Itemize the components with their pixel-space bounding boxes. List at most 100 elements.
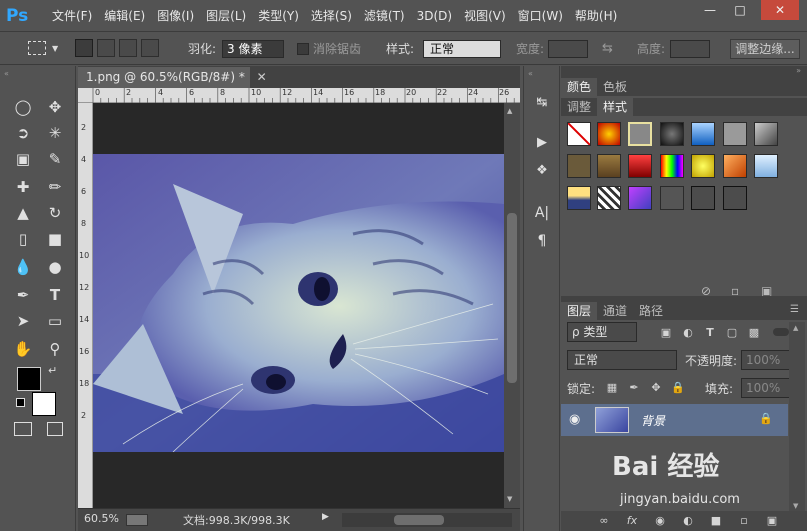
canvas-scrollbar-horizontal[interactable] [342, 513, 512, 527]
scrollbar-thumb[interactable] [394, 515, 444, 525]
brush-icon[interactable]: ✏ [42, 174, 68, 200]
style-swatch[interactable] [691, 122, 715, 146]
gradient-icon[interactable]: ■ [42, 226, 68, 252]
group-folder-icon[interactable]: ■ [709, 514, 723, 528]
lasso-icon[interactable]: ➲ [10, 120, 36, 146]
lock-transparent-icon[interactable]: ▦ [605, 381, 619, 395]
visibility-eye-icon[interactable]: ◉ [569, 412, 580, 427]
style-swatch[interactable] [567, 186, 591, 210]
fx-icon[interactable]: fx [625, 514, 639, 528]
lock-pixels-icon[interactable]: ✒ [627, 381, 641, 395]
style-swatch[interactable] [723, 154, 747, 178]
style-swatch[interactable] [597, 122, 621, 146]
layer-row-background[interactable]: ◉ 背景 🔒 [561, 404, 788, 436]
history-brush-icon[interactable]: ↻ [42, 200, 68, 226]
menu-type[interactable]: 类型(Y) [252, 0, 305, 32]
style-swatch[interactable] [723, 122, 747, 146]
background-color-swatch[interactable] [32, 392, 56, 416]
style-swatch[interactable] [567, 154, 591, 178]
status-icon[interactable] [126, 514, 148, 526]
lock-position-icon[interactable]: ✥ [649, 381, 663, 395]
menu-select[interactable]: 选择(S) [305, 0, 358, 32]
filter-toggle[interactable] [773, 328, 789, 336]
rectangle-icon[interactable]: ▭ [42, 308, 68, 334]
menu-window[interactable]: 窗口(W) [512, 0, 569, 32]
style-swatch[interactable] [723, 186, 747, 210]
tab-channels[interactable]: 通道 [597, 302, 633, 320]
menu-filter[interactable]: 滤镜(T) [358, 0, 411, 32]
height-input[interactable] [670, 40, 710, 58]
close-icon[interactable]: ✕ [257, 70, 267, 84]
menu-layer[interactable]: 图层(L) [200, 0, 252, 32]
style-swatch[interactable] [628, 186, 652, 210]
collapse-icon[interactable]: « [528, 69, 533, 78]
chevron-down-icon[interactable]: ▼ [52, 44, 58, 53]
scroll-down-icon[interactable]: ▼ [507, 495, 512, 503]
add-to-selection-icon[interactable] [97, 39, 115, 57]
swap-icon[interactable]: ⇆ [602, 41, 613, 56]
tab-color[interactable]: 颜色 [561, 78, 598, 96]
layers-scrollbar[interactable]: ▲ ▼ [789, 322, 805, 514]
style-swatch[interactable] [628, 154, 652, 178]
foreground-color-swatch[interactable] [17, 367, 41, 391]
link-layers-icon[interactable]: ∞ [597, 514, 611, 528]
path-selection-icon[interactable]: ➤ [10, 308, 36, 334]
antialias-checkbox[interactable] [297, 43, 309, 55]
new-layer-icon[interactable]: ▫ [737, 514, 751, 528]
maximize-button[interactable]: □ [727, 0, 753, 20]
close-button[interactable]: ✕ [761, 0, 799, 20]
filter-shape-icon[interactable]: ▢ [725, 326, 739, 340]
blend-mode-select[interactable]: 正常 [567, 350, 677, 370]
tab-swatches[interactable]: 色板 [597, 78, 633, 96]
lock-all-icon[interactable]: 🔒 [671, 381, 685, 395]
fill-input[interactable]: 100% [741, 378, 791, 398]
swap-colors-icon[interactable]: ↵ [48, 364, 57, 377]
menu-image[interactable]: 图像(I) [151, 0, 200, 32]
canvas-area[interactable] [93, 103, 504, 508]
panel-menu-icon[interactable]: ☰ [790, 304, 799, 315]
menu-help[interactable]: 帮助(H) [569, 0, 623, 32]
hand-icon[interactable]: ✋ [10, 336, 36, 362]
filter-adjustment-icon[interactable]: ◐ [681, 326, 695, 340]
scroll-down-icon[interactable]: ▼ [793, 502, 798, 510]
style-none-swatch[interactable] [567, 122, 591, 146]
collapse-icon[interactable]: » [796, 66, 801, 75]
paragraph-icon[interactable]: ¶ [529, 228, 555, 254]
filter-smart-icon[interactable]: ▩ [747, 326, 761, 340]
zoom-icon[interactable]: ⚲ [42, 336, 68, 362]
zoom-level[interactable]: 60.5% [84, 512, 119, 525]
trash-icon[interactable]: ▣ [765, 514, 779, 528]
default-colors-icon[interactable] [16, 398, 25, 407]
marquee-icon[interactable]: ◯ [10, 94, 36, 120]
move-icon[interactable]: ✥ [42, 94, 68, 120]
menu-view[interactable]: 视图(V) [458, 0, 512, 32]
menu-3d[interactable]: 3D(D) [411, 0, 458, 32]
style-select[interactable]: 正常 [423, 40, 501, 58]
canvas-scrollbar-vertical[interactable]: ▲ ▼ [504, 103, 520, 508]
opacity-input[interactable]: 100% [741, 350, 791, 370]
pen-icon[interactable]: ✒ [10, 282, 36, 308]
layer-kind-filter[interactable]: ρ 类型 [567, 322, 637, 342]
blur-icon[interactable]: 💧 [10, 254, 36, 280]
document-tab[interactable]: 1.png @ 60.5%(RGB/8#) * ✕ [78, 67, 267, 88]
filter-pixel-icon[interactable]: ▣ [659, 326, 673, 340]
style-swatch[interactable] [754, 122, 778, 146]
subtract-selection-icon[interactable] [119, 39, 137, 57]
filter-type-icon[interactable]: T [703, 326, 717, 340]
eraser-icon[interactable]: ▯ [10, 226, 36, 252]
quick-mask-icon[interactable] [14, 422, 32, 436]
style-swatch[interactable] [660, 186, 684, 210]
scrollbar-thumb[interactable] [507, 213, 517, 383]
add-mask-icon[interactable]: ◉ [653, 514, 667, 528]
style-swatch[interactable] [597, 186, 621, 210]
style-swatch[interactable] [754, 154, 778, 178]
adjustment-layer-icon[interactable]: ◐ [681, 514, 695, 528]
minimize-button[interactable]: — [697, 0, 723, 20]
style-swatch[interactable] [660, 154, 684, 178]
magic-wand-icon[interactable]: ✳ [42, 120, 68, 146]
eyedropper-icon[interactable]: ✎ [42, 146, 68, 172]
collapse-icon[interactable]: « [4, 69, 9, 78]
healing-brush-icon[interactable]: ✚ [10, 174, 36, 200]
menu-file[interactable]: 文件(F) [46, 0, 98, 32]
scroll-up-icon[interactable]: ▲ [793, 324, 798, 332]
